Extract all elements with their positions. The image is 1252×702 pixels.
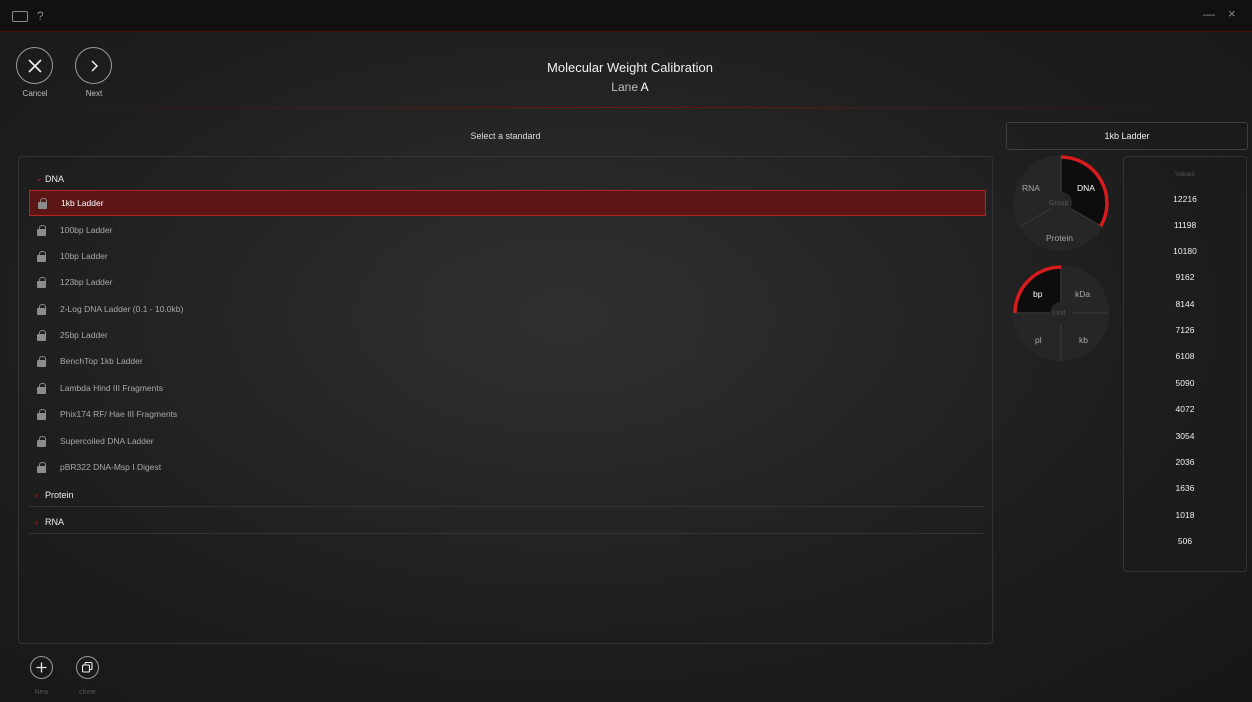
- item-label: Lambda Hind III Fragments: [60, 383, 163, 393]
- group-option-protein[interactable]: Protein: [1046, 233, 1073, 243]
- unit-option-bp[interactable]: bp: [1033, 289, 1042, 299]
- value-item: 1018: [1175, 510, 1195, 520]
- group-label: Protein: [45, 489, 74, 500]
- value-item: 11198: [1173, 220, 1197, 230]
- item-label: pBR322 DNA-Msp I Digest: [60, 462, 162, 472]
- lock-icon: [37, 303, 46, 315]
- cancel-button[interactable]: [16, 47, 53, 84]
- value-item: 3054: [1175, 431, 1195, 441]
- new-label: New: [34, 689, 49, 696]
- value-item: 5090: [1175, 378, 1195, 388]
- minimize-button[interactable]: —: [1203, 7, 1215, 21]
- chevron-down-icon: ⌄: [35, 173, 43, 183]
- value-item: 8144: [1175, 299, 1195, 309]
- group-option-rna[interactable]: RNA: [1022, 183, 1040, 193]
- selected-standard-field[interactable]: 1kb Ladder: [1006, 122, 1248, 150]
- unit-dial[interactable]: bp kDa pl kb Unit: [1013, 265, 1109, 361]
- close-icon: [27, 58, 42, 73]
- next-button[interactable]: [75, 47, 112, 84]
- value-item: 2036: [1175, 457, 1195, 467]
- standards-list: ⌄ DNA 1kb Ladder 100bp Ladder 10bp Ladde…: [18, 156, 993, 644]
- lock-icon: [37, 355, 46, 367]
- item-label: 1kb Ladder: [61, 198, 104, 208]
- item-label: 123bp Ladder: [60, 277, 113, 287]
- lock-icon: [37, 408, 46, 420]
- value-item: 506: [1177, 536, 1193, 546]
- clone-button[interactable]: [76, 656, 99, 679]
- unit-dial-center: Unit: [1053, 310, 1066, 317]
- item-label: 10bp Ladder: [60, 251, 108, 261]
- values-header: Values: [1175, 171, 1195, 178]
- group-row-protein[interactable]: › Protein: [29, 483, 984, 507]
- lane-prefix: Lane: [611, 80, 638, 94]
- chevron-right-icon: ›: [35, 489, 38, 500]
- lane-indicator: Lane A: [560, 80, 700, 94]
- group-option-dna[interactable]: DNA: [1077, 183, 1095, 193]
- item-label: Phix174 RF/ Hae III Fragments: [60, 409, 178, 419]
- value-item: 7126: [1175, 325, 1195, 335]
- list-item[interactable]: 25bp Ladder: [29, 322, 986, 348]
- value-item: 10180: [1173, 246, 1197, 256]
- window-close-button[interactable]: ×: [1228, 6, 1236, 21]
- group-row-rna[interactable]: › RNA: [29, 510, 984, 534]
- next-label: Next: [85, 89, 103, 98]
- item-label: Supercoiled DNA Ladder: [60, 436, 154, 446]
- value-item: 1636: [1175, 483, 1195, 493]
- lock-icon: [37, 435, 46, 447]
- list-item[interactable]: Supercoiled DNA Ladder: [29, 428, 986, 454]
- lock-icon: [37, 276, 46, 288]
- clone-label: clone: [79, 689, 96, 696]
- lane-value: A: [640, 80, 649, 94]
- section-title: Select a standard: [470, 131, 541, 141]
- lock-icon: [37, 461, 46, 473]
- list-item[interactable]: pBR322 DNA-Msp I Digest: [29, 454, 986, 480]
- list-item[interactable]: Lambda Hind III Fragments: [29, 375, 986, 401]
- chevron-right-icon: [90, 59, 98, 72]
- plus-icon: [36, 662, 47, 673]
- group-label: DNA: [45, 173, 65, 184]
- value-item: 4072: [1175, 404, 1195, 414]
- group-dial-center: Group: [1049, 200, 1069, 207]
- lock-icon: [37, 329, 46, 341]
- keyboard-icon[interactable]: [12, 11, 28, 22]
- new-button[interactable]: [30, 656, 53, 679]
- copy-icon: [82, 662, 93, 673]
- list-item[interactable]: 1kb Ladder: [29, 190, 986, 216]
- list-item[interactable]: 123bp Ladder: [29, 269, 986, 295]
- page-title: Molecular Weight Calibration: [547, 60, 713, 75]
- help-button[interactable]: ?: [37, 9, 44, 23]
- chevron-right-icon: ›: [35, 516, 38, 527]
- lock-icon: [38, 197, 47, 209]
- value-item: 12216: [1173, 194, 1197, 204]
- header-divider: [20, 107, 1232, 108]
- item-label: 2-Log DNA Ladder (0.1 - 10.0kb): [60, 304, 184, 314]
- unit-option-kda[interactable]: kDa: [1075, 289, 1090, 299]
- list-item[interactable]: 2-Log DNA Ladder (0.1 - 10.0kb): [29, 296, 986, 322]
- group-dial[interactable]: RNA DNA Protein Group: [1013, 155, 1109, 251]
- list-item[interactable]: BenchTop 1kb Ladder: [29, 348, 986, 374]
- unit-option-pl[interactable]: pl: [1035, 335, 1042, 345]
- list-item[interactable]: Phix174 RF/ Hae III Fragments: [29, 401, 986, 427]
- values-panel: Values 12216 11198 10180 9162 8144 7126 …: [1123, 156, 1247, 572]
- item-label: BenchTop 1kb Ladder: [60, 356, 143, 366]
- title-bar: ? — ×: [0, 0, 1252, 32]
- lock-icon: [37, 382, 46, 394]
- item-label: 100bp Ladder: [60, 225, 113, 235]
- lock-icon: [37, 224, 46, 236]
- value-item: 6108: [1175, 351, 1195, 361]
- list-item[interactable]: 10bp Ladder: [29, 243, 986, 269]
- group-row-dna[interactable]: ⌄ DNA: [29, 167, 984, 191]
- value-item: 9162: [1175, 272, 1195, 282]
- cancel-label: Cancel: [22, 89, 48, 98]
- group-label: RNA: [45, 516, 65, 527]
- lock-icon: [37, 250, 46, 262]
- list-item[interactable]: 100bp Ladder: [29, 217, 986, 243]
- unit-option-kb[interactable]: kb: [1079, 335, 1088, 345]
- item-label: 25bp Ladder: [60, 330, 108, 340]
